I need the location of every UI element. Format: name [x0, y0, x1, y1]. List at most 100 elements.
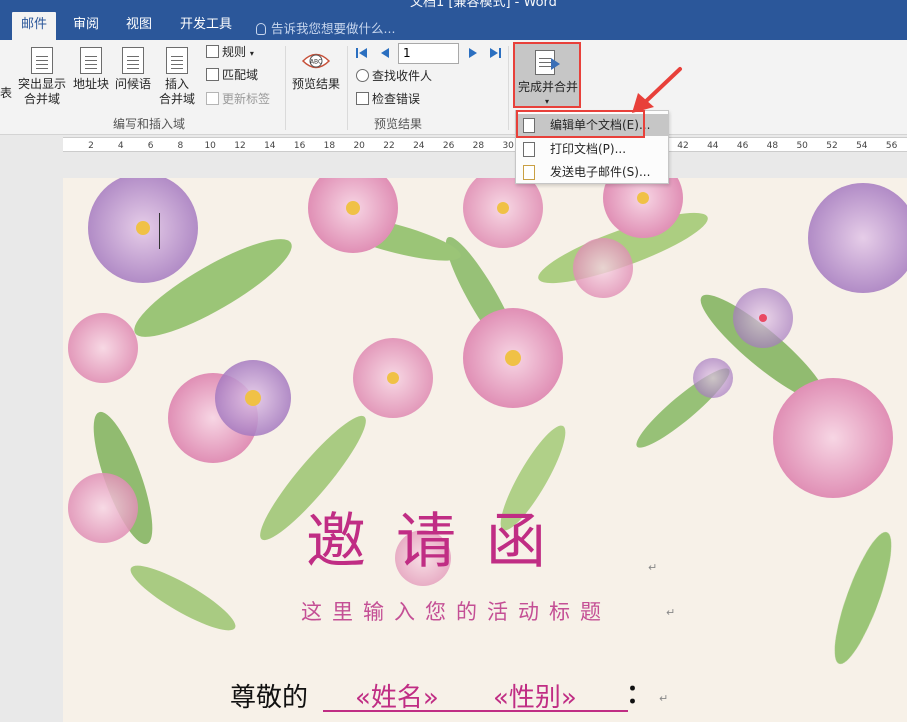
- update-labels-label: 更新标签: [222, 92, 271, 106]
- ruler-tick: 28: [472, 141, 485, 151]
- ruler-tick: 24: [413, 141, 425, 151]
- document-page[interactable]: 邀请函 ↵ 这里输入您的活动标题 ↵ 尊敬的 «姓名» «性别» ： ↵: [63, 178, 907, 722]
- update-labels-button[interactable]: 更新标签: [206, 92, 270, 107]
- word-window: 文档1 [兼容模式] - Word 邮件 审阅 视图 开发工具 告诉我您想要做什…: [0, 0, 907, 722]
- ruler-tick: 20: [353, 141, 365, 151]
- ruler-tick: 50: [796, 141, 808, 151]
- group-label-write-insert: 编写和插入域: [113, 117, 186, 131]
- rules-icon: [206, 45, 219, 58]
- menu-item-label: 发送电子邮件(S)...: [550, 165, 651, 179]
- find-recipient-button[interactable]: 查找收件人: [356, 69, 432, 84]
- match-fields-button[interactable]: 匹配域: [206, 68, 258, 83]
- ruler-tick: 22: [383, 141, 395, 151]
- floral-background-image: [63, 178, 907, 722]
- tab-view[interactable]: 视图: [117, 12, 161, 40]
- magnifier-icon: [356, 69, 369, 82]
- record-number-input[interactable]: 1: [398, 43, 459, 64]
- tab-mailings[interactable]: 邮件: [12, 12, 57, 40]
- arrow-right-icon: [551, 58, 560, 70]
- ruler-tick: 42: [677, 141, 689, 151]
- merge-field-name[interactable]: «姓名»: [355, 677, 439, 714]
- address-block-icon: [80, 47, 102, 74]
- event-title-subheading[interactable]: 这里输入您的活动标题: [301, 596, 611, 626]
- ruler-tick: 44: [707, 141, 719, 151]
- ruler-bar: 2 4 6 8 10 12 14 16 18 20 22 24 26 28 30 42 44 46 48 50 52 54…: [63, 137, 907, 152]
- check-errors-button[interactable]: 检查错误: [356, 92, 420, 107]
- ruler-tick: 10: [204, 141, 216, 151]
- highlight-fields-label-2: 合并域: [23, 92, 60, 106]
- rules-button[interactable]: 规则 ▾: [206, 45, 254, 61]
- menu-item-print-documents[interactable]: 打印文档(P)...: [516, 138, 668, 160]
- highlight-merge-fields-button[interactable]: 突出显示 合并域: [16, 47, 68, 107]
- greeting-line-icon: [122, 47, 144, 74]
- ruler-tick: 26: [442, 141, 455, 151]
- window-title: 文档1 [兼容模式] - Word: [410, 0, 557, 10]
- ruler-tick: 54: [856, 141, 868, 151]
- ruler-tick: 6: [147, 141, 154, 151]
- paragraph-mark: ↵: [659, 692, 669, 705]
- tell-me-box[interactable]: 告诉我您想要做什么...: [256, 18, 395, 37]
- tab-review[interactable]: 审阅: [64, 12, 108, 40]
- paragraph-mark: ↵: [648, 561, 658, 574]
- preview-abc-icon: ABC: [301, 53, 331, 69]
- insert-field-icon: [166, 47, 188, 74]
- invitation-heading[interactable]: 邀请函: [306, 493, 576, 580]
- ruler-tick: 4: [117, 141, 124, 151]
- ruler-tick: 18: [323, 141, 336, 151]
- menu-item-label: 打印文档(P)...: [550, 142, 627, 156]
- greeting-colon: ：: [626, 680, 653, 710]
- ruler-tick: 48: [766, 141, 779, 151]
- match-fields-icon: [206, 68, 219, 81]
- title-bar: 文档1 [兼容模式] - Word 邮件 审阅 视图 开发工具 告诉我您想要做什…: [0, 0, 907, 40]
- check-errors-label: 检查错误: [372, 92, 421, 106]
- insert-merge-field-button[interactable]: 插入 合并域: [154, 47, 200, 107]
- paragraph-mark: ↵: [666, 606, 676, 619]
- match-fields-label: 匹配域: [222, 68, 259, 82]
- horizontal-ruler: 2 4 6 8 10 12 14 16 18 20 22 24 26 28 30 42 44 46 48 50 52 54…: [0, 135, 907, 153]
- menu-item-send-email[interactable]: 发送电子邮件(S)...: [516, 161, 668, 183]
- check-errors-icon: [356, 92, 369, 105]
- tab-developer[interactable]: 开发工具: [171, 12, 241, 40]
- first-record-icon[interactable]: [355, 46, 369, 60]
- chevron-down-icon: ▾: [545, 97, 550, 106]
- update-labels-icon: [206, 92, 219, 105]
- ribbon-left-fragment[interactable]: 表: [0, 86, 12, 101]
- greeting-line-label: 问候语: [114, 77, 151, 91]
- group-separator: [285, 46, 286, 130]
- lightbulb-icon: [256, 23, 266, 35]
- find-recipient-label: 查找收件人: [372, 69, 433, 83]
- ruler-tick: 46: [736, 141, 749, 151]
- annotation-arrow-icon: [632, 67, 682, 113]
- ruler-tick: 56: [885, 141, 898, 151]
- group-separator: [508, 46, 509, 130]
- ruler-tick: 8: [177, 141, 184, 151]
- greeting-text[interactable]: 尊敬的: [230, 677, 308, 714]
- ruler-tick: 12: [234, 141, 246, 151]
- address-block-button[interactable]: 地址块: [71, 47, 111, 92]
- address-block-label: 地址块: [72, 77, 109, 91]
- greeting-line-button[interactable]: 问候语: [112, 47, 154, 92]
- finish-merge-button[interactable]: 完成并合并 ▾: [513, 42, 581, 108]
- highlight-fields-icon: [31, 47, 53, 74]
- last-record-icon[interactable]: [488, 46, 502, 60]
- previous-record-icon[interactable]: [378, 46, 392, 60]
- ruler-tick: 2: [88, 141, 94, 151]
- merge-field-gender[interactable]: «性别»: [493, 677, 577, 714]
- ruler-tick: 16: [293, 141, 306, 151]
- ruler-tick: 14: [264, 141, 276, 151]
- field-underline: [323, 710, 628, 712]
- group-separator: [347, 46, 348, 130]
- svg-text:ABC: ABC: [310, 59, 322, 66]
- preview-results-button[interactable]: ABC 预览结果: [290, 48, 342, 92]
- tell-me-placeholder: 告诉我您想要做什么...: [271, 21, 396, 36]
- send-email-icon: [523, 165, 535, 180]
- finish-merge-label: 完成并合并: [518, 80, 579, 94]
- chevron-down-icon: ▾: [249, 49, 254, 58]
- next-record-icon[interactable]: [466, 46, 480, 60]
- insert-field-label-2: 合并域: [158, 92, 195, 106]
- print-documents-icon: [523, 142, 535, 157]
- ruler-tick: 52: [826, 141, 838, 151]
- rules-label: 规则: [222, 45, 247, 59]
- highlight-fields-label-1: 突出显示: [17, 77, 66, 91]
- preview-results-label: 预览结果: [291, 77, 340, 91]
